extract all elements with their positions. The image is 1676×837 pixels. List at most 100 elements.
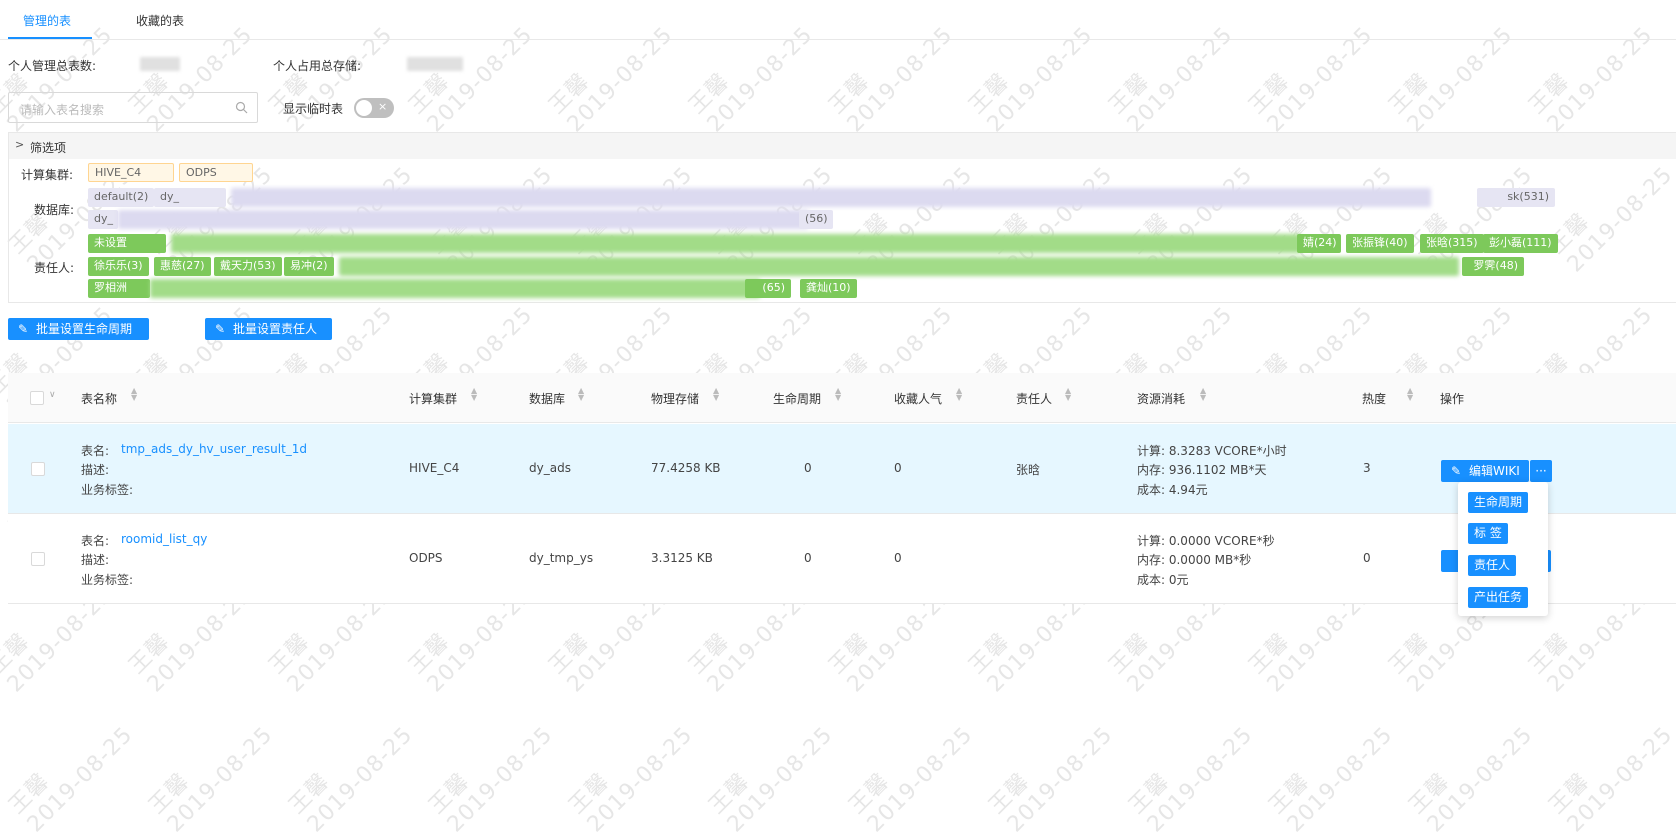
header-storage[interactable]: 物理存储 <box>651 390 699 407</box>
header-owner[interactable]: 责任人 <box>1016 390 1052 407</box>
edit-icon: ✎ <box>1451 464 1462 478</box>
sort-icon[interactable]: ▲ ▼ <box>835 387 843 402</box>
owner-tag[interactable]: 婧(24) <box>1297 234 1341 253</box>
watermark-text: 王馨2019-08-25 <box>1124 722 1258 837</box>
popover-owner-button[interactable]: 责任人 <box>1468 555 1517 576</box>
popover-output-task-button[interactable]: 产出任务 <box>1468 587 1529 608</box>
owner-tag[interactable]: 罗霁(48) <box>1462 257 1524 276</box>
toggle-off-icon: × <box>378 100 388 113</box>
resource-cost: 成本: 0元 <box>1137 573 1189 587</box>
header-lifecycle[interactable]: 生命周期 <box>773 390 821 407</box>
sort-icon[interactable]: ▲ ▼ <box>131 387 139 402</box>
more-actions-button[interactable]: ··· <box>1530 460 1552 482</box>
cluster-tag-odps[interactable]: ODPS <box>179 163 253 182</box>
filter-header[interactable]: > 筛选项 <box>9 133 1676 159</box>
header-actions: 操作 <box>1440 392 1465 406</box>
tab-favorite-tables[interactable]: 收藏的表 <box>136 12 184 29</box>
database-tag[interactable]: (56) <box>799 210 833 229</box>
table-name-link[interactable]: roomid_list_qy <box>121 532 207 546</box>
owner-tag[interactable]: 龚灿(10) <box>800 279 857 298</box>
database-tag[interactable]: dy_ <box>154 188 226 207</box>
header-favorites[interactable]: 收藏人气 <box>894 390 942 407</box>
sort-icon[interactable]: ▲ ▼ <box>956 387 964 402</box>
popover-tag-button[interactable]: 标 签 <box>1468 523 1508 544</box>
database-cell: dy_ads <box>529 461 571 475</box>
owner-tags-redacted <box>339 257 1459 276</box>
row-checkbox[interactable] <box>31 462 45 476</box>
owner-tag[interactable]: 张晗(315) <box>1420 234 1484 253</box>
owner-tag[interactable]: 戴天力(53) <box>214 257 282 276</box>
table-header: ∨ 表名称 ▲ ▼ 计算集群 ▲ ▼ 数据库 ▲ ▼ 物理存储 ▲ ▼ 生命周期 ▲ ▼ … <box>8 373 1676 423</box>
toggle-knob <box>356 100 372 116</box>
search-icon[interactable] <box>235 101 248 114</box>
owner-tag[interactable]: 惠慈(27) <box>154 257 211 276</box>
owner-tag-unset[interactable]: 未设置 <box>88 234 166 253</box>
watermark-text: 王馨2019-08-25 <box>564 722 698 837</box>
edit-icon: ✎ <box>18 322 29 336</box>
chevron-right-icon: > <box>15 138 25 151</box>
batch-owner-button[interactable]: ✎ 批量设置责任人 <box>205 318 332 340</box>
sort-icon[interactable]: ▲ ▼ <box>1200 387 1208 402</box>
watermark-text: 王馨2019-08-25 <box>1264 722 1398 837</box>
watermark-text: 王馨2019-08-25 <box>984 722 1118 837</box>
header-database[interactable]: 数据库 <box>529 390 565 407</box>
select-all-checkbox[interactable] <box>30 391 44 405</box>
sort-icon[interactable]: ▲ ▼ <box>713 387 721 402</box>
database-tag-default[interactable]: default(2) <box>88 188 155 207</box>
owner-tags-redacted <box>150 279 760 298</box>
owner-tag[interactable]: 易冲(2) <box>284 257 334 276</box>
chevron-down-icon[interactable]: ∨ <box>49 390 56 400</box>
resource-cost: 成本: 4.94元 <box>1137 483 1208 497</box>
database-tag[interactable]: dy_ <box>88 210 118 229</box>
lifecycle-cell: 0 <box>804 461 812 475</box>
sort-icon[interactable]: ▲ ▼ <box>1065 387 1073 402</box>
desc-label: 描述: <box>81 463 110 477</box>
cluster-filter-label: 计算集群: <box>21 168 74 182</box>
filter-panel: > 筛选项 计算集群: HIVE_C4 ODPS 数据库: default(2)… <box>8 132 1676 303</box>
favorites-cell: 0 <box>894 461 902 475</box>
database-tag[interactable]: sk(531) <box>1477 188 1555 207</box>
cluster-cell: HIVE_C4 <box>409 461 460 475</box>
header-resource[interactable]: 资源消耗 <box>1137 390 1185 407</box>
popover-lifecycle-button[interactable]: 生命周期 <box>1468 492 1529 513</box>
resource-cpu: 计算: 8.3283 VCORE*小时 <box>1137 444 1287 458</box>
table-row[interactable]: 表名: tmp_ads_dy_hv_user_result_1d 描述: 业务标… <box>8 424 1676 514</box>
batch-lifecycle-button[interactable]: ✎ 批量设置生命周期 <box>8 318 149 340</box>
owner-tag[interactable]: 张振锋(40) <box>1346 234 1414 253</box>
search-input[interactable]: 请输入表名搜索 <box>8 92 258 123</box>
resource-cpu: 计算: 0.0000 VCORE*秒 <box>1137 534 1275 548</box>
storage-cell: 3.3125 KB <box>651 551 713 565</box>
sort-icon[interactable]: ▲ ▼ <box>471 387 479 402</box>
tab-bar: 管理的表 收藏的表 <box>0 0 1676 40</box>
header-table-name[interactable]: 表名称 <box>81 390 117 407</box>
watermark-text: 王馨2019-08-25 <box>844 722 978 837</box>
database-cell: dy_tmp_ys <box>529 551 594 565</box>
header-heat[interactable]: 热度 <box>1362 390 1386 407</box>
database-filter-label: 数据库: <box>34 203 75 217</box>
show-temp-toggle[interactable]: × <box>354 98 394 118</box>
row-checkbox[interactable] <box>31 552 45 566</box>
table-row[interactable]: 表名: roomid_list_qy 描述: 业务标签: ODPS dy_tmp… <box>8 514 1676 604</box>
edit-wiki-button[interactable]: ✎ 编辑WIKI <box>1441 460 1529 482</box>
cluster-tag-hive[interactable]: HIVE_C4 <box>88 163 174 182</box>
total-storage-value-redacted <box>407 57 463 71</box>
show-temp-label: 显示临时表 <box>283 102 344 116</box>
sort-icon[interactable]: ▲ ▼ <box>578 387 586 402</box>
owner-tag[interactable]: 彭小磊(111) <box>1483 234 1558 253</box>
table-name-link[interactable]: tmp_ads_dy_hv_user_result_1d <box>121 442 307 456</box>
search-placeholder: 请输入表名搜索 <box>20 103 105 117</box>
batch-lifecycle-label: 批量设置生命周期 <box>36 322 133 336</box>
heat-cell: 3 <box>1363 461 1371 475</box>
total-tables-value-redacted <box>140 57 180 71</box>
favorites-cell: 0 <box>894 551 902 565</box>
owner-tag[interactable]: 罗相洲 <box>88 279 150 298</box>
total-storage-label: 个人占用总存储: <box>273 59 362 73</box>
heat-cell: 0 <box>1363 551 1371 565</box>
tab-managed-tables[interactable]: 管理的表 <box>23 12 71 29</box>
active-tab-indicator <box>8 37 92 39</box>
header-cluster[interactable]: 计算集群 <box>409 390 457 407</box>
owner-tag[interactable]: 徐乐乐(3) <box>88 257 149 276</box>
watermark-text: 王馨2019-08-25 <box>4 722 138 837</box>
owner-tag[interactable]: (65) <box>745 279 791 298</box>
sort-icon[interactable]: ▲ ▼ <box>1407 387 1415 402</box>
